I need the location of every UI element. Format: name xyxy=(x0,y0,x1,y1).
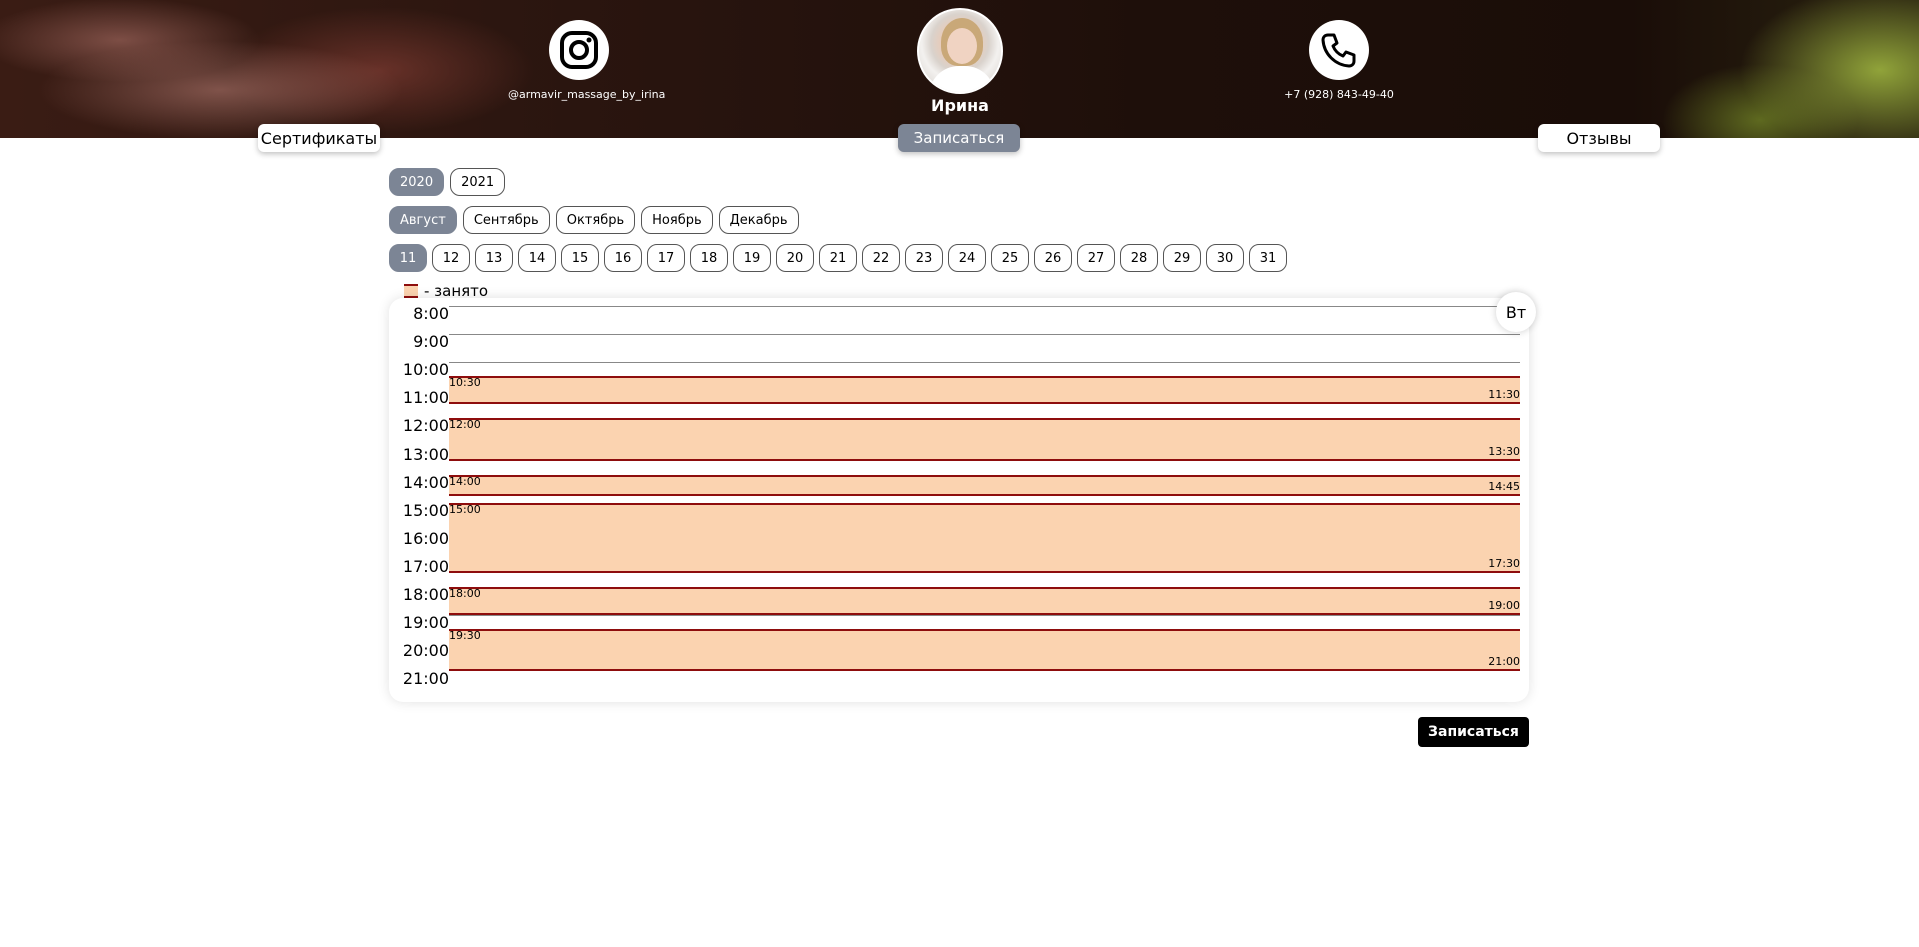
book-button-bottom[interactable]: Записаться xyxy=(1418,717,1529,747)
month-selector: Август Сентябрь Октябрь Ноябрь Декабрь xyxy=(389,206,799,234)
busy-start-time: 18:00 xyxy=(449,587,481,600)
busy-end-time: 17:30 xyxy=(1488,556,1520,570)
busy-end-time: 14:45 xyxy=(1488,479,1520,493)
busy-end-time: 11:30 xyxy=(1488,388,1520,402)
day-selector: 11 12 13 14 15 16 17 18 19 20 21 22 23 24 25 26 27 28 29 30… xyxy=(389,244,1287,272)
hour-label: 11:00 xyxy=(402,388,449,408)
month-button-Октябрь[interactable]: Октябрь xyxy=(555,206,636,234)
month-button-Ноябрь[interactable]: Ноябрь xyxy=(641,206,713,234)
hour-gridline xyxy=(449,334,1520,336)
hour-label: 12:00 xyxy=(402,416,449,436)
year-button-2021[interactable]: 2021 xyxy=(450,168,506,196)
day-button-23[interactable]: 23 xyxy=(905,244,943,272)
busy-slot: 12:00 13:30 xyxy=(449,418,1520,461)
busy-start-time: 14:00 xyxy=(449,474,481,488)
hour-label: 18:00 xyxy=(402,585,449,604)
hour-label: 17:00 xyxy=(402,556,449,576)
hour-label: 13:00 xyxy=(402,444,449,464)
hour-gridline xyxy=(449,362,1520,364)
hour-label: 19:00 xyxy=(402,613,449,633)
busy-start-time: 10:30 xyxy=(449,376,481,390)
hour-gridline xyxy=(449,306,1520,307)
busy-end-time: 21:00 xyxy=(1488,655,1520,669)
hour-label: 16:00 xyxy=(402,528,449,548)
busy-end-time: 19:00 xyxy=(1488,599,1520,613)
busy-slot: 10:30 11:30 xyxy=(449,376,1520,405)
book-button-top[interactable]: Записаться xyxy=(898,124,1020,152)
day-button-22[interactable]: 22 xyxy=(862,244,900,272)
hour-label: 20:00 xyxy=(402,641,449,661)
busy-slot: 18:00 19:00 xyxy=(449,587,1520,616)
day-button-18[interactable]: 18 xyxy=(690,244,728,272)
day-button-26[interactable]: 26 xyxy=(1034,244,1072,272)
year-button-2020[interactable]: 2020 xyxy=(389,168,445,196)
reviews-button[interactable]: Отзывы xyxy=(1538,124,1660,152)
day-button-14[interactable]: 14 xyxy=(518,244,556,272)
day-button-25[interactable]: 25 xyxy=(991,244,1029,272)
month-button-Декабрь[interactable]: Декабрь xyxy=(718,206,799,234)
busy-start-time: 15:00 xyxy=(449,502,481,516)
month-button-Сентябрь[interactable]: Сентябрь xyxy=(462,206,550,234)
hour-label: 9:00 xyxy=(413,332,449,352)
day-button-11[interactable]: 11 xyxy=(389,244,427,272)
certificates-button[interactable]: Сертификаты xyxy=(258,124,380,152)
busy-swatch xyxy=(404,284,418,298)
avatar xyxy=(917,8,1003,94)
day-button-29[interactable]: 29 xyxy=(1163,244,1201,272)
busy-slot: 15:00 17:30 xyxy=(449,502,1520,573)
weekday-badge: Вт xyxy=(1496,292,1536,332)
hour-label: 10:00 xyxy=(402,360,449,380)
day-button-28[interactable]: 28 xyxy=(1120,244,1158,272)
instagram-link[interactable]: @armavir_massage_by_irina xyxy=(508,20,666,101)
day-button-27[interactable]: 27 xyxy=(1077,244,1115,272)
day-button-19[interactable]: 19 xyxy=(733,244,771,272)
busy-slot: 14:00 14:45 xyxy=(449,474,1520,496)
phone-link[interactable]: +7 (928) 843-49-40 xyxy=(1280,20,1398,101)
busy-start-time: 12:00 xyxy=(449,418,481,432)
hour-gridline xyxy=(449,615,1520,617)
phone-icon xyxy=(1309,20,1369,80)
schedule-panel: 8:00 9:00 10:00 11:00 12:00 13:00 14:00 15:00 16… xyxy=(389,292,1536,702)
instagram-handle: @armavir_massage_by_irina xyxy=(508,88,666,101)
day-button-20[interactable]: 20 xyxy=(776,244,814,272)
hour-label: 21:00 xyxy=(402,669,449,689)
instagram-icon xyxy=(549,20,609,80)
phone-number: +7 (928) 843-49-40 xyxy=(1284,88,1394,101)
busy-slot: 19:30 21:00 xyxy=(449,629,1520,672)
year-selector: 2020 2021 xyxy=(389,168,506,196)
schedule-grid[interactable]: 10:30 11:30 12:00 13:30 14:00 14:45 15:00 17:30… xyxy=(449,298,1520,702)
day-button-17[interactable]: 17 xyxy=(647,244,685,272)
day-button-12[interactable]: 12 xyxy=(432,244,470,272)
day-button-24[interactable]: 24 xyxy=(948,244,986,272)
day-button-16[interactable]: 16 xyxy=(604,244,642,272)
day-button-30[interactable]: 30 xyxy=(1206,244,1244,272)
busy-start-time: 19:30 xyxy=(449,629,481,643)
profile-name: Ирина xyxy=(931,96,989,115)
day-button-21[interactable]: 21 xyxy=(819,244,857,272)
hour-label: 15:00 xyxy=(402,500,449,520)
day-button-13[interactable]: 13 xyxy=(475,244,513,272)
hour-label: 8:00 xyxy=(413,304,449,323)
hour-label: 14:00 xyxy=(402,472,449,492)
day-button-15[interactable]: 15 xyxy=(561,244,599,272)
day-button-31[interactable]: 31 xyxy=(1249,244,1287,272)
month-button-Август[interactable]: Август xyxy=(389,206,457,234)
busy-end-time: 13:30 xyxy=(1488,444,1520,458)
